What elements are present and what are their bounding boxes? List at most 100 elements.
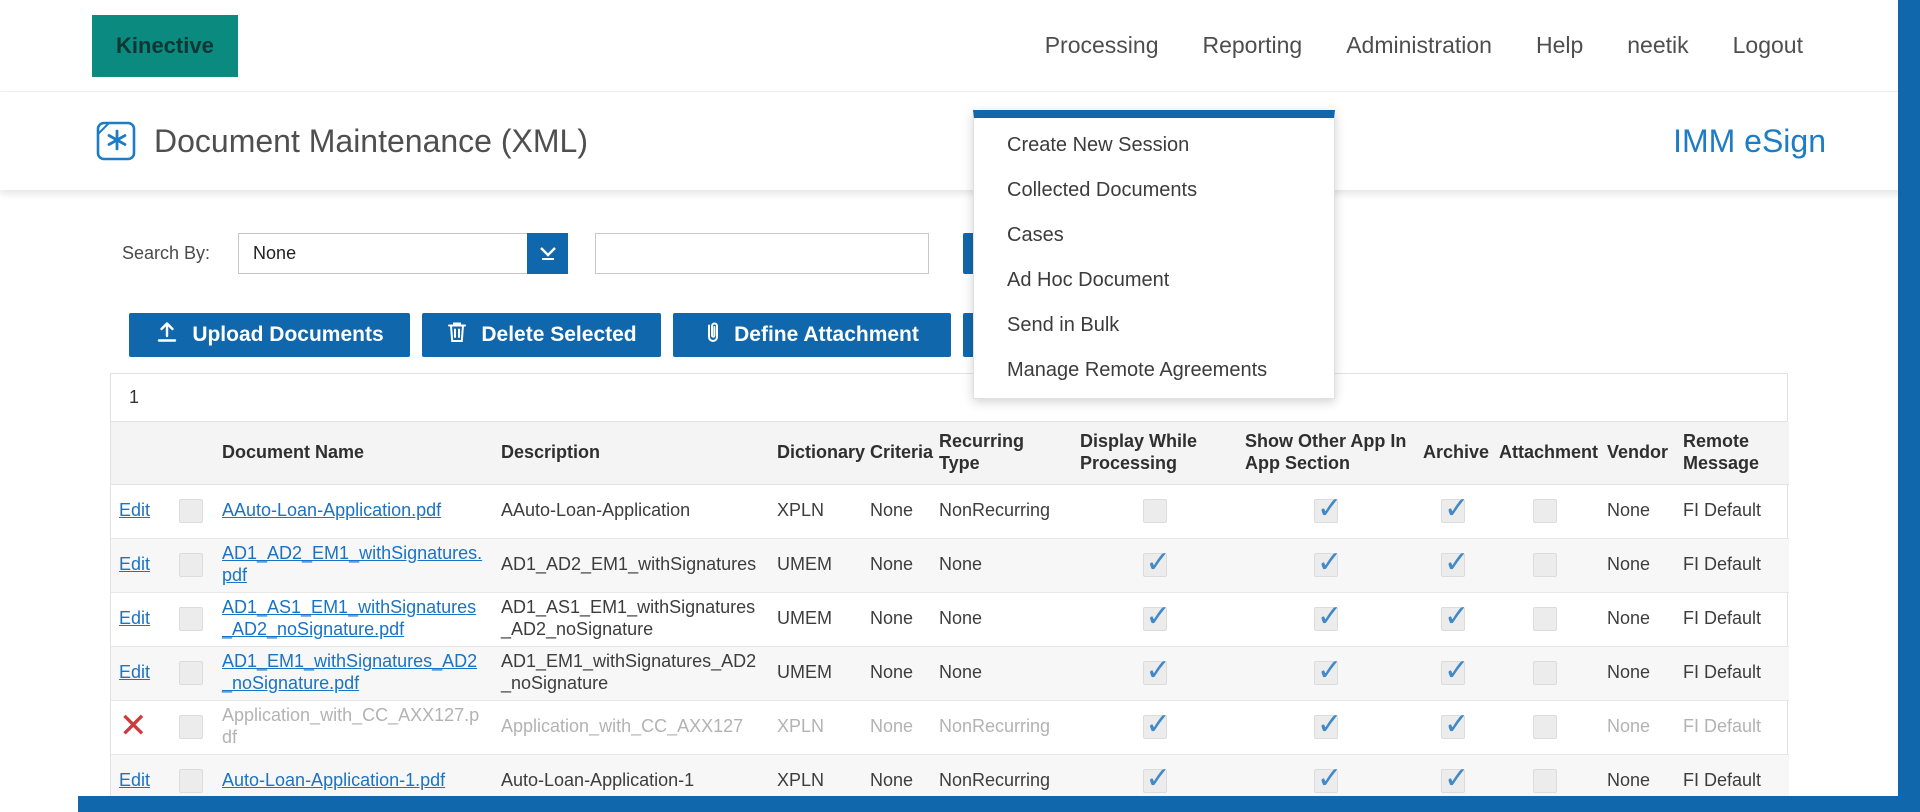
nav-item-logout[interactable]: Logout: [1733, 32, 1803, 59]
attachment-checkbox[interactable]: [1533, 715, 1557, 739]
description-cell: Application_with_CC_AXX127: [493, 700, 769, 754]
criteria-cell: None: [862, 538, 931, 592]
define-attachment-button[interactable]: Define Attachment: [673, 313, 951, 357]
show-other-app-checkbox[interactable]: [1314, 769, 1338, 793]
remote-message-cell: FI Default: [1675, 646, 1789, 700]
description-cell: AD1_AD2_EM1_withSignatures: [493, 538, 769, 592]
display-while-processing-checkbox[interactable]: [1143, 715, 1167, 739]
horizontal-scrollbar[interactable]: [78, 796, 1898, 812]
table-row: ✕ Application_with_CC_AXX127.pdf Applica…: [111, 700, 1789, 754]
nav-item-user-neetik[interactable]: neetik: [1627, 32, 1688, 59]
display-while-processing-checkbox[interactable]: [1143, 607, 1167, 631]
archive-checkbox[interactable]: [1441, 553, 1465, 577]
header-vendor: Vendor: [1599, 422, 1675, 484]
document-name-link[interactable]: AD1_AD2_EM1_withSignatures.pdf: [222, 543, 482, 585]
delete-selected-button[interactable]: Delete Selected: [422, 313, 661, 357]
show-other-app-checkbox[interactable]: [1314, 661, 1338, 685]
remote-message-cell: FI Default: [1675, 538, 1789, 592]
main-nav: Processing Reporting Administration Help…: [1045, 32, 1920, 59]
display-while-processing-checkbox[interactable]: [1143, 553, 1167, 577]
recurring-type-cell: None: [931, 646, 1072, 700]
menu-item-collected-documents[interactable]: Collected Documents: [974, 168, 1334, 213]
nav-item-reporting[interactable]: Reporting: [1202, 32, 1302, 59]
archive-checkbox[interactable]: [1441, 715, 1465, 739]
imm-esign-brand: IMM eSign: [1673, 123, 1826, 160]
row-checkbox[interactable]: [179, 607, 203, 631]
row-checkbox[interactable]: [179, 769, 203, 793]
description-cell: AAuto-Loan-Application: [493, 484, 769, 538]
edit-link[interactable]: Edit: [119, 500, 150, 520]
display-while-processing-checkbox[interactable]: [1143, 661, 1167, 685]
edit-link[interactable]: Edit: [119, 554, 150, 574]
edit-link[interactable]: Edit: [119, 608, 150, 628]
remote-message-cell: FI Default: [1675, 700, 1789, 754]
page-number[interactable]: 1: [121, 383, 147, 412]
display-while-processing-checkbox[interactable]: [1143, 499, 1167, 523]
upload-documents-label: Upload Documents: [192, 323, 383, 347]
menu-item-manage-remote-agreements[interactable]: Manage Remote Agreements: [974, 348, 1334, 393]
edit-link[interactable]: Edit: [119, 662, 150, 682]
row-checkbox[interactable]: [179, 715, 203, 739]
dictionary-cell: XPLN: [769, 700, 862, 754]
kinective-logo[interactable]: Kinective: [92, 15, 238, 77]
display-while-processing-checkbox[interactable]: [1143, 769, 1167, 793]
document-name-link[interactable]: AAuto-Loan-Application.pdf: [222, 500, 441, 520]
show-other-app-checkbox[interactable]: [1314, 553, 1338, 577]
show-other-app-checkbox[interactable]: [1314, 499, 1338, 523]
upload-documents-button[interactable]: Upload Documents: [129, 313, 410, 357]
edit-link[interactable]: Edit: [119, 770, 150, 790]
table-row: Edit ✕ AAuto-Loan-Application.pdf AAuto-…: [111, 484, 1789, 538]
pagination-bar: 1: [111, 374, 1787, 422]
top-nav-bar: Kinective Processing Reporting Administr…: [0, 0, 1920, 92]
header-edit-spacer: [111, 422, 167, 484]
document-name-link[interactable]: Auto-Loan-Application-1.pdf: [222, 770, 445, 790]
trash-icon: [446, 320, 468, 350]
document-name-link[interactable]: AD1_AS1_EM1_withSignatures_AD2_noSignatu…: [222, 597, 476, 639]
archive-checkbox[interactable]: [1441, 769, 1465, 793]
chevron-down-icon[interactable]: [527, 233, 568, 274]
recurring-type-cell: None: [931, 592, 1072, 646]
page-title: Document Maintenance (XML): [154, 123, 588, 160]
attachment-checkbox[interactable]: [1533, 607, 1557, 631]
row-checkbox[interactable]: [179, 499, 203, 523]
menu-item-create-new-session[interactable]: Create New Session: [974, 123, 1334, 168]
vendor-cell: None: [1599, 700, 1675, 754]
archive-checkbox[interactable]: [1441, 661, 1465, 685]
nav-item-administration[interactable]: Administration: [1346, 32, 1492, 59]
attachment-checkbox[interactable]: [1533, 499, 1557, 523]
show-other-app-checkbox[interactable]: [1314, 715, 1338, 739]
dictionary-cell: UMEM: [769, 592, 862, 646]
upload-icon: [155, 320, 179, 350]
row-checkbox[interactable]: [179, 661, 203, 685]
header-display-while-processing: Display While Processing: [1072, 422, 1237, 484]
search-by-select[interactable]: None: [238, 233, 568, 274]
search-input[interactable]: [595, 233, 929, 274]
header-attachment: Attachment: [1491, 422, 1599, 484]
document-name-link[interactable]: AD1_EM1_withSignatures_AD2_noSignature.p…: [222, 651, 477, 693]
paperclip-icon: [705, 319, 721, 351]
nav-item-processing[interactable]: Processing: [1045, 32, 1159, 59]
vertical-scrollbar[interactable]: [1898, 0, 1920, 812]
recurring-type-cell: None: [931, 538, 1072, 592]
attachment-checkbox[interactable]: [1533, 769, 1557, 793]
attachment-checkbox[interactable]: [1533, 661, 1557, 685]
header-show-other-app: Show Other App In App Section: [1237, 422, 1415, 484]
menu-item-cases[interactable]: Cases: [974, 213, 1334, 258]
archive-checkbox[interactable]: [1441, 607, 1465, 631]
table-row: Edit ✕ AD1_AD2_EM1_withSignatures.pdf AD…: [111, 538, 1789, 592]
header-archive: Archive: [1415, 422, 1491, 484]
page-header: Document Maintenance (XML) IMM eSign: [0, 92, 1920, 190]
archive-checkbox[interactable]: [1441, 499, 1465, 523]
search-by-selected-value: None: [253, 243, 296, 264]
menu-item-send-in-bulk[interactable]: Send in Bulk: [974, 303, 1334, 348]
menu-item-ad-hoc-document[interactable]: Ad Hoc Document: [974, 258, 1334, 303]
vendor-cell: None: [1599, 592, 1675, 646]
nav-item-help[interactable]: Help: [1536, 32, 1583, 59]
document-name-link[interactable]: Application_with_CC_AXX127.pdf: [222, 705, 479, 747]
documents-table-container: 1 Document Name Description Dictionary C…: [110, 373, 1788, 810]
row-checkbox[interactable]: [179, 553, 203, 577]
dictionary-cell: UMEM: [769, 538, 862, 592]
show-other-app-checkbox[interactable]: [1314, 607, 1338, 631]
attachment-checkbox[interactable]: [1533, 553, 1557, 577]
header-checkbox-spacer: [167, 422, 214, 484]
